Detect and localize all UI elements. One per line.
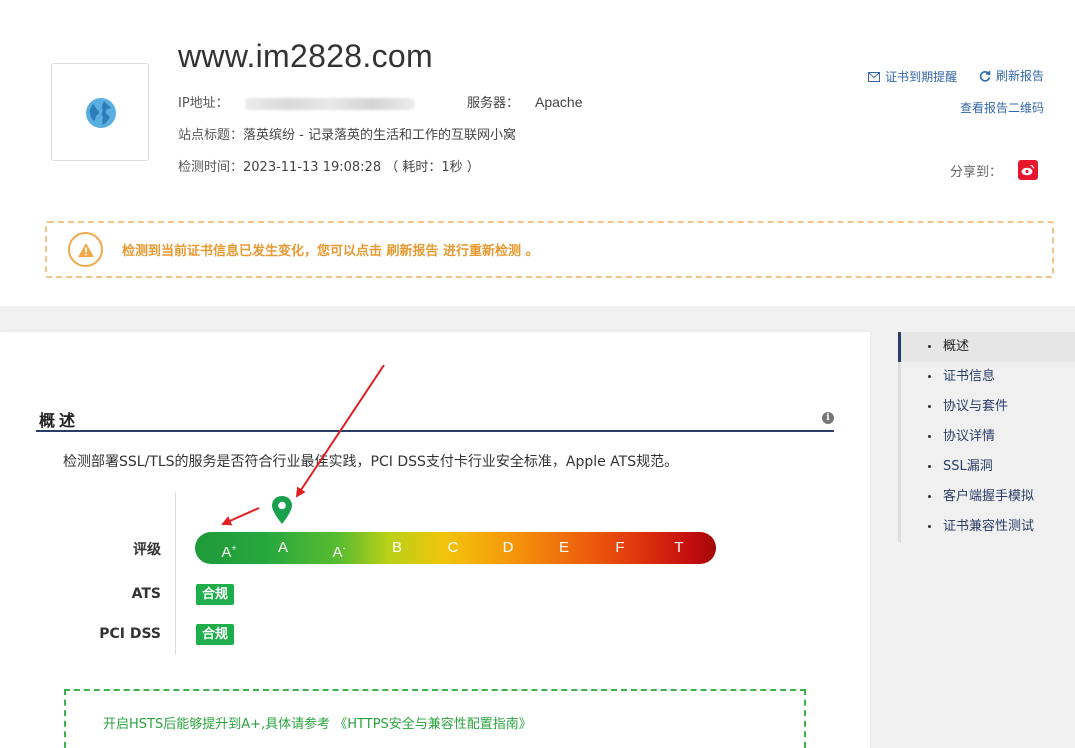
weibo-icon	[1021, 164, 1035, 176]
nav-item-4[interactable]: 协议详情	[898, 422, 1075, 452]
pci-status-badge: 合规	[196, 624, 235, 645]
header-actions: 证书到期提醒 刷新报告	[850, 67, 1044, 85]
overview-panel: 概述 i 检测部署SSL/TLS的服务是否符合行业最佳实践，PCI DSS支付卡…	[0, 332, 870, 748]
section-nav: 概述 证书信息 协议与套件 协议详情 SSL漏洞 客户端握手模拟 证书兼容性测试	[898, 332, 1075, 542]
nav-item-7[interactable]: 证书兼容性测试	[898, 512, 1075, 542]
pci-label: PCI DSS	[99, 626, 161, 642]
grade-1: A+	[221, 543, 237, 561]
grade-4: B	[391, 539, 403, 556]
share-label: 分享到：	[949, 164, 1002, 180]
share-row: 分享到：	[950, 160, 1038, 180]
grade-7: E	[558, 539, 570, 556]
ats-label: ATS	[131, 586, 161, 602]
nav-item-5[interactable]: SSL漏洞	[898, 452, 1075, 482]
refresh-report-label: 刷新报告	[995, 69, 1044, 83]
hsts-guide-link[interactable]: 《HTTPS安全与兼容性配置指南》	[334, 717, 532, 732]
ip-value-blurred	[244, 97, 415, 110]
grade-5: C	[447, 539, 459, 556]
globe-icon	[86, 98, 116, 128]
map-pin-icon	[272, 496, 292, 524]
refresh-report-link[interactable]: 刷新报告	[979, 67, 1044, 84]
site-title-row: 站点标题：落英缤纷 - 记录落英的生活和工作的互联网小窝	[178, 124, 516, 143]
refresh-icon	[979, 70, 991, 82]
ats-status-badge: 合规	[196, 584, 235, 605]
cert-reminder-link[interactable]: 证书到期提醒	[868, 68, 957, 85]
cert-change-alert: 检测到当前证书信息已发生变化，您可以点击 刷新报告 进行重新检测 。	[45, 221, 1054, 278]
grade-2: A	[277, 539, 289, 556]
rating-label: 评级	[133, 542, 161, 558]
nav-item-6[interactable]: 客户端握手模拟	[898, 482, 1075, 512]
info-icon[interactable]: i	[822, 412, 834, 424]
overview-description: 检测部署SSL/TLS的服务是否符合行业最佳实践，PCI DSS支付卡行业安全标…	[63, 454, 679, 470]
nav-item-3[interactable]: 协议与套件	[898, 392, 1075, 422]
hsts-tip: 开启HSTS后能够提升到A+,具体请参考 《HTTPS安全与兼容性配置指南》	[103, 713, 532, 732]
grade-6: D	[502, 539, 514, 556]
grade-3: A-	[332, 543, 346, 561]
grade-scale-bar: A+ A A- B C D E F T	[195, 532, 716, 564]
server-label: 服务器：	[467, 96, 520, 111]
alert-message: 检测到当前证书信息已发生变化，您可以点击 刷新报告 进行重新检测 。	[122, 244, 539, 259]
weibo-share-button[interactable]	[1018, 160, 1038, 180]
label-divider	[175, 492, 176, 655]
mail-icon	[868, 71, 881, 82]
ip-row: IP地址：	[178, 92, 415, 111]
site-title-label: 站点标题：	[178, 128, 244, 143]
grade-8: F	[615, 539, 625, 556]
section-divider	[36, 430, 834, 432]
site-title-value: 落英缤纷 - 记录落英的生活和工作的互联网小窝	[243, 128, 516, 143]
hsts-tip-text: 开启HSTS后能够提升到A+,具体请参考	[103, 717, 331, 732]
site-favicon-box	[51, 63, 149, 161]
check-time-row: 检测时间：2023-11-13 19:08:28 （ 耗时：1秒 ）	[178, 156, 480, 175]
server-row: 服务器： Apache	[467, 92, 583, 111]
check-time-label: 检测时间：	[178, 160, 244, 175]
report-header: www.im2828.com IP地址： 服务器： Apache 站点标题：落英缤…	[0, 0, 1075, 306]
qr-code-link[interactable]: 查看报告二维码	[960, 99, 1044, 116]
check-time-value: 2023-11-13 19:08:28 （ 耗时：1秒 ）	[243, 160, 480, 175]
site-domain: www.im2828.com	[178, 38, 433, 74]
cert-reminder-label: 证书到期提醒	[885, 70, 958, 84]
nav-item-1[interactable]: 概述	[898, 332, 1075, 362]
nav-item-2[interactable]: 证书信息	[898, 362, 1075, 392]
hsts-tip-box: 开启HSTS后能够提升到A+,具体请参考 《HTTPS安全与兼容性配置指南》	[64, 689, 806, 748]
warning-icon	[68, 232, 103, 267]
server-value: Apache	[535, 94, 583, 110]
grade-9: T	[674, 539, 684, 556]
section-title: 概述	[39, 411, 80, 430]
ip-label: IP地址：	[178, 96, 229, 111]
